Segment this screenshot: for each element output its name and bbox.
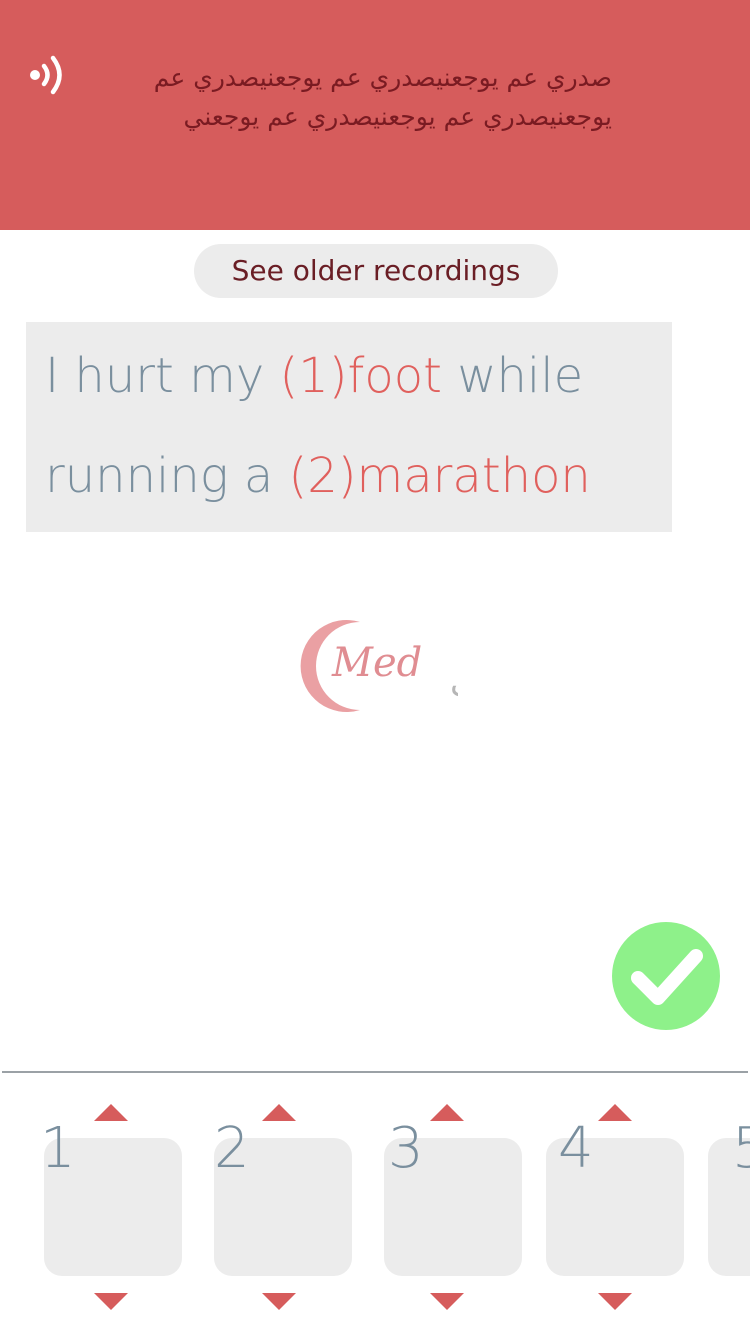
audio-waves-icon[interactable] [28, 50, 68, 100]
arabic-phrase: صدري عم يوجعنيصدري عم يوجعنيصدري عم يوجع… [153, 63, 612, 131]
slot-number: 2 [214, 1116, 250, 1181]
increment-arrow-icon[interactable] [598, 1104, 632, 1121]
highlight-word-2[interactable]: marathon [357, 448, 591, 504]
app-logo: Med لغتي [298, 614, 515, 718]
logo-latin-text: Med [331, 640, 422, 686]
slot-number: 5 [732, 1116, 750, 1181]
checkmark-icon [631, 949, 703, 1005]
decrement-arrow-icon[interactable] [262, 1293, 296, 1310]
sentence-line-1: I hurt my (1)foot while [45, 348, 583, 404]
slot-number: 4 [558, 1116, 594, 1181]
answer-slot-1: 1 [40, 1100, 190, 1320]
logo-arabic-text: لغتي [450, 661, 458, 701]
highlight-word-1[interactable]: foot [348, 348, 442, 404]
sentence-line-2: running a (2)marathon [45, 448, 591, 504]
check-answer-button[interactable] [612, 922, 720, 1030]
blank-marker-1: (1) [279, 348, 348, 404]
decrement-arrow-icon[interactable] [430, 1293, 464, 1310]
answer-slot-4: 4 [542, 1100, 692, 1320]
answer-slot-3: 3 [380, 1100, 530, 1320]
sentence-text: I hurt my [45, 348, 280, 404]
increment-arrow-icon[interactable] [262, 1104, 296, 1121]
screen: صدري عم يوجعنيصدري عم يوجعنيصدري عم يوجع… [0, 0, 750, 1334]
increment-arrow-icon[interactable] [94, 1104, 128, 1121]
answer-slot-2: 2 [210, 1100, 360, 1320]
slot-number: 3 [388, 1116, 424, 1181]
sentence-text: while [441, 348, 584, 404]
see-older-recordings-button[interactable]: See older recordings [194, 244, 558, 298]
answer-slot-5: 5 [704, 1100, 750, 1320]
blank-marker-2: (2) [288, 448, 357, 504]
increment-arrow-icon[interactable] [430, 1104, 464, 1121]
divider [2, 1071, 748, 1073]
slot-number: 1 [40, 1116, 76, 1181]
sentence-text: running a [45, 448, 289, 504]
sentence-card: I hurt my (1)foot while running a (2)mar… [26, 322, 672, 532]
decrement-arrow-icon[interactable] [94, 1293, 128, 1310]
header: صدري عم يوجعنيصدري عم يوجعنيصدري عم يوجع… [0, 0, 750, 230]
decrement-arrow-icon[interactable] [598, 1293, 632, 1310]
